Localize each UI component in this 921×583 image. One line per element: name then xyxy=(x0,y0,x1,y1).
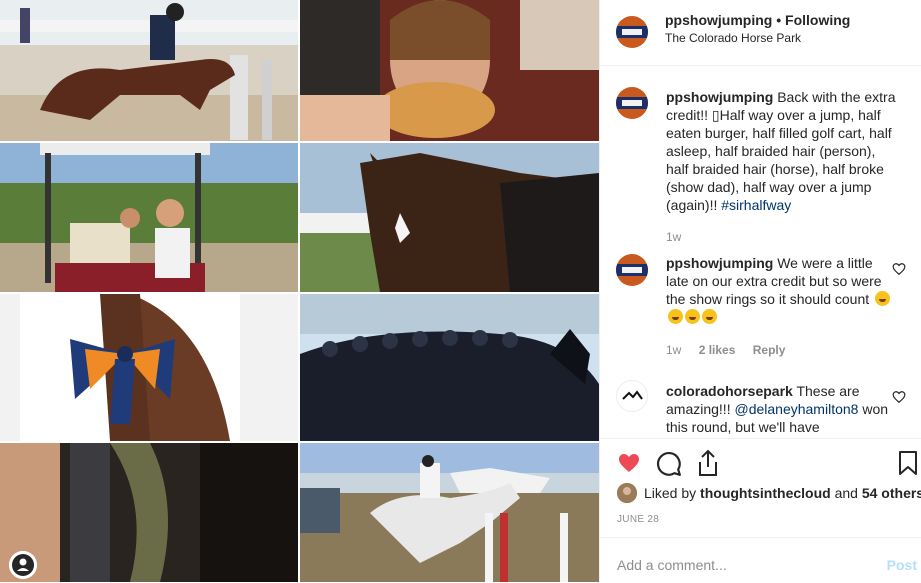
comment-username-link[interactable]: ppshowjumping xyxy=(666,255,773,271)
others-likes-link[interactable]: 54 others xyxy=(862,485,921,501)
separator-dot: • xyxy=(776,12,782,28)
header-user-line: ppshowjumping • Following xyxy=(665,12,850,29)
account-avatar-icon[interactable] xyxy=(9,551,37,579)
author-avatar[interactable] xyxy=(616,16,648,48)
instagram-post-view: ppshowjumping • Following The Colorado H… xyxy=(0,0,921,582)
post-date[interactable]: JUNE 28 xyxy=(617,514,659,525)
share-icon[interactable] xyxy=(696,449,720,477)
comment-like-heart-icon[interactable] xyxy=(892,262,906,276)
photo-braid-bow xyxy=(0,294,298,441)
photo-horse-face xyxy=(300,143,599,292)
laughing-emoji-icon xyxy=(668,309,683,324)
caption-avatar[interactable] xyxy=(616,87,648,119)
post-comment-button[interactable]: Post xyxy=(887,557,917,573)
comment-time[interactable]: 1w xyxy=(666,343,681,357)
photo-girl-burger xyxy=(300,0,599,141)
reply-button[interactable]: Reply xyxy=(753,343,786,357)
liker-avatar[interactable] xyxy=(617,483,637,503)
following-button[interactable]: Following xyxy=(785,12,850,28)
caption-meta: 1w xyxy=(666,230,695,244)
comment-text: coloradohorsepark These are amazing!!! @… xyxy=(666,382,898,436)
mention-link[interactable]: @delaneyhamilton8 xyxy=(734,401,858,417)
photo-boot-closeup xyxy=(0,443,298,582)
comment-icon[interactable] xyxy=(656,451,682,477)
post-side-panel: ppshowjumping • Following The Colorado H… xyxy=(599,0,921,582)
bookmark-icon[interactable] xyxy=(898,450,918,476)
post-header: ppshowjumping • Following The Colorado H… xyxy=(600,0,921,66)
comment-avatar[interactable] xyxy=(616,254,648,286)
laughing-emoji-icon xyxy=(702,309,717,324)
likes-middle: and xyxy=(834,485,858,501)
comment-username-link[interactable]: coloradohorsepark xyxy=(666,383,793,399)
caption-username-link[interactable]: ppshowjumping xyxy=(666,89,773,105)
heart-icon[interactable] xyxy=(616,451,642,475)
photo-braided-mane xyxy=(300,294,599,441)
caption-time[interactable]: 1w xyxy=(666,230,681,244)
comment-avatar[interactable] xyxy=(616,380,648,412)
comment-input[interactable]: Add a comment... xyxy=(617,557,727,573)
likes-summary: Liked by thoughtsinthecloud and 54 other… xyxy=(617,483,921,503)
hashtag-link[interactable]: #sirhalfway xyxy=(721,197,791,213)
caption-text: ppshowjumping Back with the extra credit… xyxy=(666,88,898,214)
caption-body: Back with the extra credit!! ▯Half way o… xyxy=(666,89,896,213)
comment-like-heart-icon[interactable] xyxy=(892,390,906,404)
liker-username-link[interactable]: thoughtsinthecloud xyxy=(700,485,831,501)
comment-text: ppshowjumping We were a little late on o… xyxy=(666,254,898,326)
action-bar xyxy=(600,438,921,489)
comment-meta: 1w 2 likes Reply xyxy=(666,343,799,357)
likes-prefix: Liked by xyxy=(644,485,697,501)
laughing-emoji-icon xyxy=(685,309,700,324)
author-username-link[interactable]: ppshowjumping xyxy=(665,12,772,28)
add-comment-bar: Add a comment... Post xyxy=(600,537,921,583)
comments-list[interactable]: ppshowjumping Back with the extra credit… xyxy=(600,66,921,437)
laughing-emoji-icon xyxy=(875,291,891,306)
location-link[interactable]: The Colorado Horse Park xyxy=(665,31,801,45)
photo-golf-cart xyxy=(0,143,298,292)
photo-rider-jumping xyxy=(0,0,298,141)
photo-white-horse-jumping xyxy=(300,443,599,582)
comment-likes-count[interactable]: 2 likes xyxy=(699,343,736,357)
photo-collage[interactable] xyxy=(0,0,599,582)
